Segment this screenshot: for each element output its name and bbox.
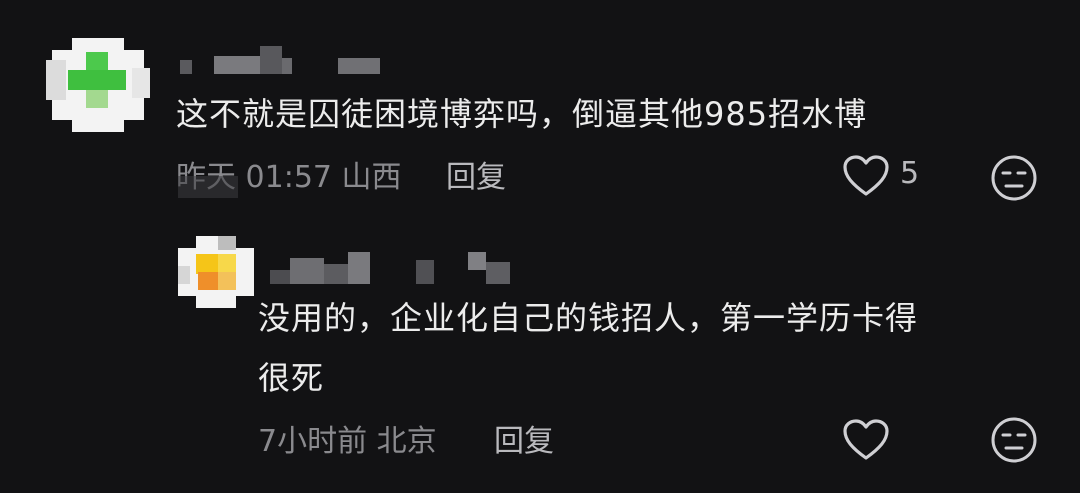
- reaction-button[interactable]: [990, 416, 1038, 464]
- reply-text-line2: 很死: [258, 359, 325, 397]
- avatar[interactable]: [46, 38, 150, 132]
- meh-face-icon: [991, 417, 1037, 463]
- username-blurred[interactable]: [178, 40, 408, 76]
- avatar[interactable]: [178, 236, 254, 308]
- location: 北京: [376, 424, 437, 459]
- heart-icon: [843, 419, 889, 460]
- reply-button[interactable]: 回复: [446, 152, 506, 196]
- like-count: 5: [900, 156, 920, 191]
- reply-text-line1: 没用的，企业化自己的钱招人，第一学历卡得: [258, 299, 919, 337]
- timestamp: 7小时前: [258, 424, 368, 459]
- heart-icon: [843, 155, 889, 196]
- comment-text: 这不就是囚徒困境博弈吗，倒逼其他985招水博: [176, 95, 868, 133]
- like-button[interactable]: [842, 416, 890, 464]
- comment-meta: 7小时前 北京: [258, 416, 437, 460]
- meh-face-icon: [991, 155, 1037, 201]
- reply-button[interactable]: 回复: [494, 416, 554, 460]
- location: 山西: [341, 160, 402, 195]
- reaction-button[interactable]: [990, 154, 1038, 202]
- username-blurred[interactable]: [270, 252, 530, 286]
